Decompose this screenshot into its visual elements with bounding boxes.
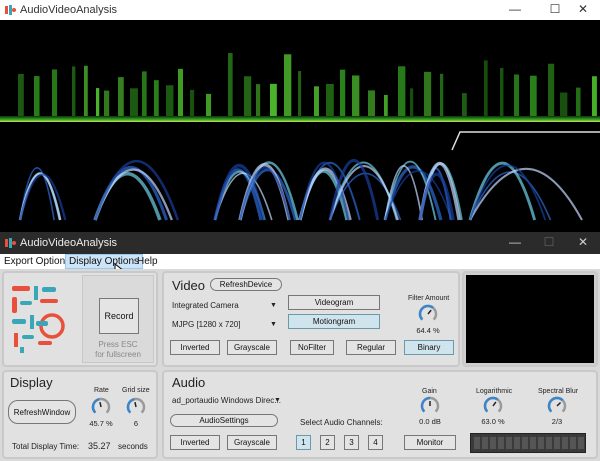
videogram-button[interactable]: Videogram (288, 295, 380, 310)
total-display-time-unit: seconds (118, 442, 148, 451)
spectrogram-motiongram-view (0, 20, 600, 232)
video-preview (466, 275, 594, 363)
gain-knob[interactable] (419, 395, 441, 417)
app-maximize-icon[interactable]: ☐ (532, 233, 566, 253)
gain-value: 0.0 dB (419, 417, 441, 426)
record-button[interactable]: Record (99, 298, 139, 334)
logarithmic-label: Logarithmic (476, 388, 513, 395)
refresh-device-button[interactable]: RefreshDevice (210, 278, 282, 291)
preview-panel (462, 271, 598, 367)
logarithmic-value: 63.0 % (481, 417, 505, 426)
monitor-button[interactable]: Monitor (404, 435, 456, 450)
spectral-blur-value: 2/3 (551, 417, 563, 426)
gain-label: Gain (422, 388, 437, 395)
rate-label: Rate (94, 387, 109, 394)
video-format-dropdown[interactable]: MJPG [1280 x 720] (172, 320, 240, 329)
audio-inverted-button[interactable]: Inverted (170, 435, 220, 450)
menu-help[interactable]: Help (134, 254, 161, 269)
channel-1-button[interactable]: 1 (296, 435, 311, 450)
control-panel: Record Press ESC for fullscreen Video Re… (0, 269, 600, 461)
audio-panel: Audio ad_portaudio Windows Direc... ▼ Au… (162, 370, 598, 459)
rate-knob[interactable] (90, 396, 112, 418)
minimize-icon[interactable]: — (498, 0, 532, 20)
menu-display-options[interactable]: Display Options (65, 254, 144, 269)
motiongram-button[interactable]: Motiongram (288, 314, 380, 329)
filter-amount-knob[interactable] (417, 303, 439, 325)
audio-grayscale-button[interactable]: Grayscale (227, 435, 277, 450)
total-display-time-value: 35.27 (88, 441, 111, 451)
rate-value: 45.7 % (89, 419, 113, 428)
regular-button[interactable]: Regular (346, 340, 396, 355)
channel-2-button[interactable]: 2 (320, 435, 335, 450)
binary-button[interactable]: Binary (404, 340, 454, 355)
video-panel: Video RefreshDevice Integrated Camera ▼ … (162, 271, 460, 367)
spectral-blur-knob[interactable] (546, 395, 568, 417)
video-inverted-button[interactable]: Inverted (170, 340, 220, 355)
app-window-title: AudioVideoAnalysis (20, 237, 118, 249)
record-area: Record Press ESC for fullscreen (82, 275, 154, 363)
display-panel: Display RefreshWindow Rate 45.7 % Grid s… (2, 370, 158, 459)
audio-device-dropdown[interactable]: ad_portaudio Windows Direc... (172, 396, 281, 405)
app-close-icon[interactable]: ✕ (566, 233, 600, 253)
audio-level-meter (470, 433, 586, 453)
video-grayscale-button[interactable]: Grayscale (227, 340, 277, 355)
outer-titlebar: AudioVideoAnalysis — ☐ ✕ (0, 0, 600, 20)
refresh-window-button[interactable]: RefreshWindow (8, 400, 76, 424)
fullscreen-hint-line1: Press ESC (98, 340, 138, 349)
outer-window-title: AudioVideoAnalysis (20, 4, 118, 16)
total-display-time-label: Total Display Time: (12, 442, 80, 451)
chevron-down-icon[interactable]: ▼ (270, 302, 277, 309)
grid-size-label: Grid size (122, 387, 150, 394)
channel-3-button[interactable]: 3 (344, 435, 359, 450)
video-header: Video (172, 278, 206, 293)
filter-amount-label: Filter Amount (408, 295, 450, 302)
filter-amount-value: 64.4 % (416, 326, 440, 335)
close-icon[interactable]: ✕ (566, 0, 600, 20)
visualization-canvas (0, 20, 600, 232)
chevron-down-icon[interactable]: ▼ (274, 397, 281, 404)
nofilter-button[interactable]: NoFilter (290, 340, 334, 355)
display-header: Display (10, 375, 53, 390)
audio-settings-button[interactable]: AudioSettings (170, 414, 278, 427)
logo-record-panel: Record Press ESC for fullscreen (2, 271, 158, 367)
spectral-blur-label: Spectral Blur (538, 388, 579, 395)
app-logo-icon (5, 238, 16, 248)
app-titlebar: AudioVideoAnalysis — ☐ ✕ (0, 232, 600, 254)
channel-4-button[interactable]: 4 (368, 435, 383, 450)
grid-size-value: 6 (133, 419, 139, 428)
menu-bar: Export Options Display Options Help (0, 254, 600, 278)
app-logo-icon (5, 5, 16, 15)
app-minimize-icon[interactable]: — (498, 233, 532, 253)
audio-header: Audio (172, 375, 206, 390)
fullscreen-hint-line2: for fullscreen (95, 350, 141, 359)
select-audio-channels-label: Select Audio Channels: (300, 418, 383, 427)
video-device-dropdown[interactable]: Integrated Camera (172, 301, 239, 310)
grid-size-knob[interactable] (125, 396, 147, 418)
chevron-down-icon[interactable]: ▼ (270, 321, 277, 328)
level-meter-bars (474, 437, 584, 449)
logarithmic-knob[interactable] (482, 395, 504, 417)
app-logo (12, 286, 65, 353)
menu-export-options[interactable]: Export Options (1, 254, 73, 269)
